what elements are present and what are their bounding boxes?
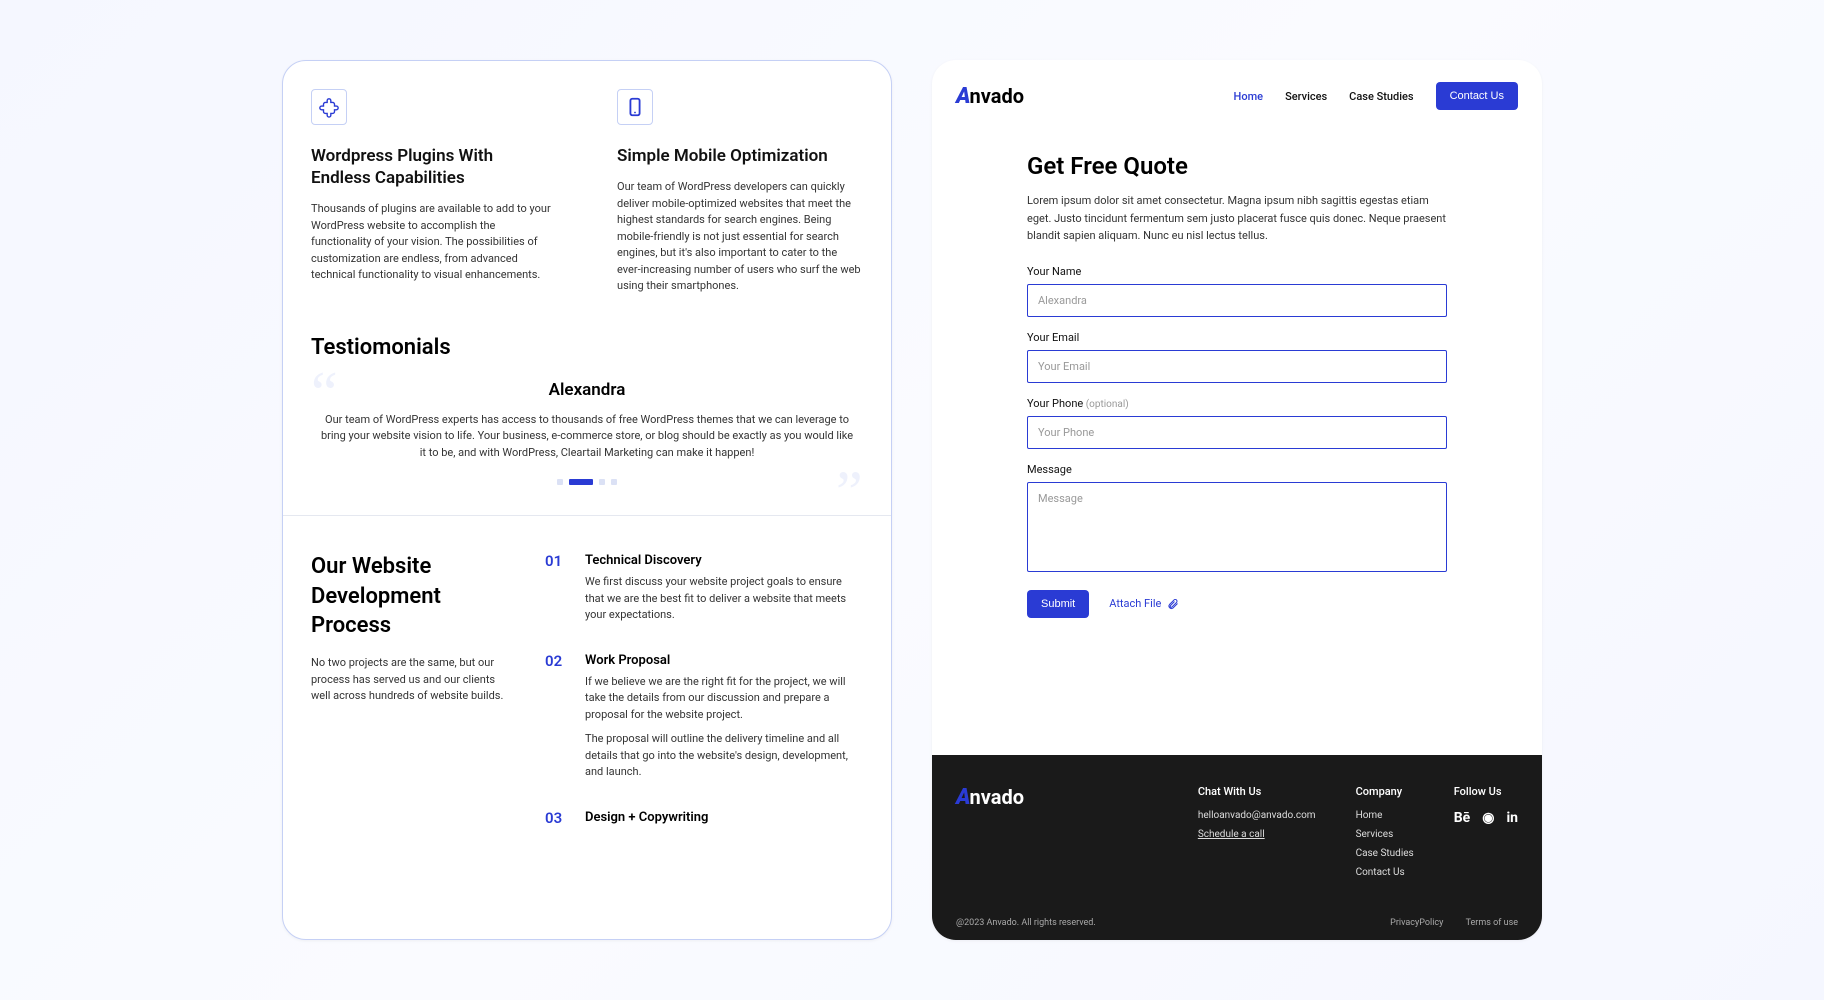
footer-company-col: Company Home Services Case Studies Conta… xyxy=(1356,785,1414,886)
step-text: We first discuss your website project go… xyxy=(585,574,863,624)
footer-link-services[interactable]: Services xyxy=(1356,829,1414,840)
step-title: Technical Discovery xyxy=(585,553,863,568)
footer-call-link[interactable]: Schedule a call xyxy=(1198,829,1316,840)
quote-intro: Lorem ipsum dolor sit amet consectetur. … xyxy=(1027,192,1447,245)
quote-form-section: Get Free Quote Lorem ipsum dolor sit ame… xyxy=(932,132,1542,755)
carousel-dot[interactable] xyxy=(599,479,605,485)
behance-icon[interactable]: Bē xyxy=(1454,810,1471,826)
footer-follow-col: Follow Us Bē ◉ in xyxy=(1454,785,1518,886)
footer-chat-col: Chat With Us helloanvado@anvado.com Sche… xyxy=(1198,785,1316,886)
feature-plugins: Wordpress Plugins With Endless Capabilit… xyxy=(311,89,557,295)
paperclip-icon xyxy=(1167,598,1179,610)
feature-mobile: Simple Mobile Optimization Our team of W… xyxy=(617,89,863,295)
process-steps: 01 Technical Discovery We first discuss … xyxy=(545,552,863,831)
footer-link-home[interactable]: Home xyxy=(1356,810,1414,821)
process-sub: No two projects are the same, but our pr… xyxy=(311,655,511,705)
header: Anvado Home Services Case Studies Contac… xyxy=(932,60,1542,132)
nav-home[interactable]: Home xyxy=(1234,90,1264,103)
quote-close-icon: “ xyxy=(836,437,863,497)
step-number: 03 xyxy=(545,809,571,831)
step-text: If we believe we are the right fit for t… xyxy=(585,674,863,724)
testimonial-text: Our team of WordPress experts has access… xyxy=(317,412,857,462)
carousel-dot[interactable] xyxy=(611,479,617,485)
submit-button[interactable]: Submit xyxy=(1027,590,1089,618)
footer-link-contact[interactable]: Contact Us xyxy=(1356,867,1414,878)
name-field-wrap: Your Name xyxy=(1027,265,1447,317)
contact-button[interactable]: Contact Us xyxy=(1436,82,1518,110)
email-input[interactable] xyxy=(1027,350,1447,383)
process-heading: Our Website Development Process xyxy=(311,552,511,641)
phone-label: Your Phone (optional) xyxy=(1027,397,1447,410)
feature-body: Our team of WordPress developers can qui… xyxy=(617,179,863,295)
feature-title: Simple Mobile Optimization xyxy=(617,145,863,167)
attach-file-link[interactable]: Attach File xyxy=(1109,597,1179,610)
footer-logo[interactable]: Anvado xyxy=(956,785,1158,810)
step-number: 02 xyxy=(545,652,571,789)
testimonials-heading: Testiomonials xyxy=(311,335,863,360)
footer-company-heading: Company xyxy=(1356,785,1414,798)
footer-logo-col: Anvado xyxy=(956,785,1158,886)
step-title: Work Proposal xyxy=(585,653,863,668)
process-step-3: 03 Design + Copywriting xyxy=(545,809,863,831)
email-label: Your Email xyxy=(1027,331,1447,344)
privacy-link[interactable]: PrivacyPolicy xyxy=(1390,918,1443,928)
mobile-icon xyxy=(617,89,653,125)
message-field-wrap: Message xyxy=(1027,463,1447,576)
step-title: Design + Copywriting xyxy=(585,810,708,825)
carousel-dot[interactable] xyxy=(557,479,563,485)
right-panel: Anvado Home Services Case Studies Contac… xyxy=(932,60,1542,940)
name-input[interactable] xyxy=(1027,284,1447,317)
nav-services[interactable]: Services xyxy=(1285,90,1327,103)
feature-title: Wordpress Plugins With Endless Capabilit… xyxy=(311,145,557,189)
footer-link-cases[interactable]: Case Studies xyxy=(1356,848,1414,859)
footer-email-link[interactable]: helloanvado@anvado.com xyxy=(1198,810,1316,821)
footer-bottom: @2023 Anvado. All rights reserved. Priva… xyxy=(956,896,1518,940)
process-section: Our Website Development Process No two p… xyxy=(283,515,891,859)
quote-open-icon: “ xyxy=(311,363,338,423)
email-field-wrap: Your Email xyxy=(1027,331,1447,383)
testimonial-author: Alexandra xyxy=(311,380,863,400)
puzzle-icon xyxy=(311,89,347,125)
nav-cases[interactable]: Case Studies xyxy=(1349,90,1413,103)
testimonials-section: Testiomonials “ Alexandra Our team of Wo… xyxy=(283,295,891,516)
name-label: Your Name xyxy=(1027,265,1447,278)
phone-field-wrap: Your Phone (optional) xyxy=(1027,397,1447,449)
left-panel: Wordpress Plugins With Endless Capabilit… xyxy=(282,60,892,940)
feature-body: Thousands of plugins are available to ad… xyxy=(311,201,557,284)
carousel-dots xyxy=(311,479,863,485)
copyright: @2023 Anvado. All rights reserved. xyxy=(956,918,1096,928)
footer-follow-heading: Follow Us xyxy=(1454,785,1518,798)
features-row: Wordpress Plugins With Endless Capabilit… xyxy=(283,61,891,295)
step-text: The proposal will outline the delivery t… xyxy=(585,731,863,781)
dribbble-icon[interactable]: ◉ xyxy=(1482,810,1494,826)
process-step-1: 01 Technical Discovery We first discuss … xyxy=(545,552,863,632)
linkedin-icon[interactable]: in xyxy=(1506,810,1518,826)
footer-chat-heading: Chat With Us xyxy=(1198,785,1316,798)
quote-heading: Get Free Quote xyxy=(1027,152,1447,180)
process-step-2: 02 Work Proposal If we believe we are th… xyxy=(545,652,863,789)
step-number: 01 xyxy=(545,552,571,632)
phone-input[interactable] xyxy=(1027,416,1447,449)
process-intro: Our Website Development Process No two p… xyxy=(311,552,511,831)
message-input[interactable] xyxy=(1027,482,1447,572)
form-actions: Submit Attach File xyxy=(1027,590,1447,618)
message-label: Message xyxy=(1027,463,1447,476)
terms-link[interactable]: Terms of use xyxy=(1466,918,1518,928)
carousel-dot-active[interactable] xyxy=(569,479,593,485)
main-nav: Home Services Case Studies Contact Us xyxy=(1234,82,1518,110)
footer: Anvado Chat With Us helloanvado@anvado.c… xyxy=(932,755,1542,940)
logo[interactable]: Anvado xyxy=(956,84,1024,109)
